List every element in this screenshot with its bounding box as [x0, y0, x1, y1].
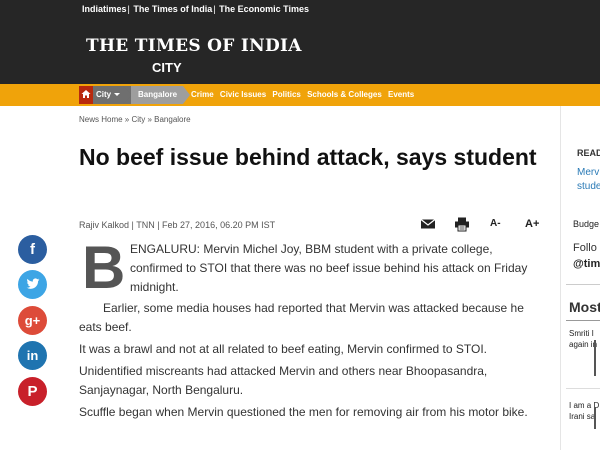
rail-read-heading: READ: [577, 148, 600, 158]
twitter-share-icon[interactable]: [18, 270, 47, 299]
print-icon[interactable]: [454, 216, 470, 232]
site-header: Indiatimes| The Times of India| The Econ…: [0, 0, 600, 84]
nav-bangalore[interactable]: Bangalore: [131, 86, 183, 104]
article-byline: Rajiv Kalkod | TNN | Feb 27, 2016, 06.20…: [79, 220, 276, 230]
paragraph-1-line-3: midnight.: [130, 280, 179, 294]
article-paragraph-5: Scuffle began when Mervin questioned the…: [79, 405, 528, 419]
rail-link-line-1: Merv: [577, 167, 600, 178]
article-paragraph-4: Unidentified miscreants had attacked Mer…: [79, 364, 488, 397]
increase-font-button[interactable]: A+: [525, 216, 539, 232]
google-plus-share-icon[interactable]: g+: [18, 306, 47, 335]
network-link-toi[interactable]: The Times of India: [133, 4, 212, 14]
rail-budget-tab[interactable]: Budge: [573, 219, 599, 229]
rail-divider: [566, 320, 600, 321]
nav-item-events[interactable]: Events: [388, 90, 414, 99]
rail-story-marker: [594, 407, 596, 429]
rail-follow-label: Follo: [573, 242, 597, 254]
linkedin-share-icon[interactable]: in: [18, 341, 47, 370]
rail-story-marker: [594, 340, 596, 376]
article-paragraph-2: Earlier, some media houses had reported …: [79, 301, 524, 334]
rail-most-heading: Most: [569, 299, 600, 315]
network-links: Indiatimes| The Times of India| The Econ…: [82, 4, 309, 14]
nav-city-label: City: [96, 90, 112, 99]
home-icon: [81, 90, 91, 98]
rail-story-item[interactable]: Smriti I again in: [569, 328, 597, 350]
rail-divider: [560, 106, 561, 450]
rail-related-link[interactable]: Merv stude: [577, 166, 600, 194]
breadcrumb[interactable]: News Home » City » Bangalore: [79, 115, 191, 124]
network-link-et[interactable]: The Economic Times: [219, 4, 309, 14]
nav-item-politics[interactable]: Politics: [272, 90, 300, 99]
masthead-logo[interactable]: THE TIMES OF INDIA: [86, 36, 302, 56]
decrease-font-button[interactable]: A-: [490, 216, 501, 232]
rail-twitter-handle[interactable]: @tim: [573, 258, 600, 270]
nav-arrow: [183, 86, 190, 104]
page-title: No beef issue behind attack, says studen…: [79, 144, 537, 170]
article-paragraph-1: ENGALURU: Mervin Michel Joy, BBM student…: [130, 240, 554, 297]
pinterest-share-icon[interactable]: P: [18, 377, 47, 406]
rail-link-line-2: stude: [577, 181, 600, 192]
facebook-share-icon[interactable]: f: [18, 235, 47, 264]
mail-icon[interactable]: [420, 216, 436, 232]
twitter-bird-icon: [26, 278, 39, 289]
chevron-down-icon: [114, 93, 121, 97]
section-name[interactable]: CITY: [152, 60, 182, 75]
paragraph-1-line-1: ENGALURU: Mervin Michel Joy, BBM student…: [130, 242, 493, 256]
rail-story-line: again in: [569, 340, 598, 349]
rail-divider: [566, 388, 600, 389]
nav-home-button[interactable]: [79, 86, 93, 104]
drop-cap: B: [82, 234, 126, 301]
paragraph-1-line-2: confirmed to STOI that there was no beef…: [130, 261, 528, 275]
nav-item-civic-issues[interactable]: Civic Issues: [220, 90, 266, 99]
article-paragraph-3: It was a brawl and not at all related to…: [79, 342, 487, 356]
nav-item-schools-colleges[interactable]: Schools & Colleges: [307, 90, 382, 99]
rail-story-line: Smriti I: [569, 329, 594, 338]
network-link-indiatimes[interactable]: Indiatimes: [82, 4, 127, 14]
nav-items: Crime Civic Issues Politics Schools & Co…: [191, 86, 418, 104]
rail-divider: [566, 284, 600, 285]
nav-item-crime[interactable]: Crime: [191, 90, 214, 99]
